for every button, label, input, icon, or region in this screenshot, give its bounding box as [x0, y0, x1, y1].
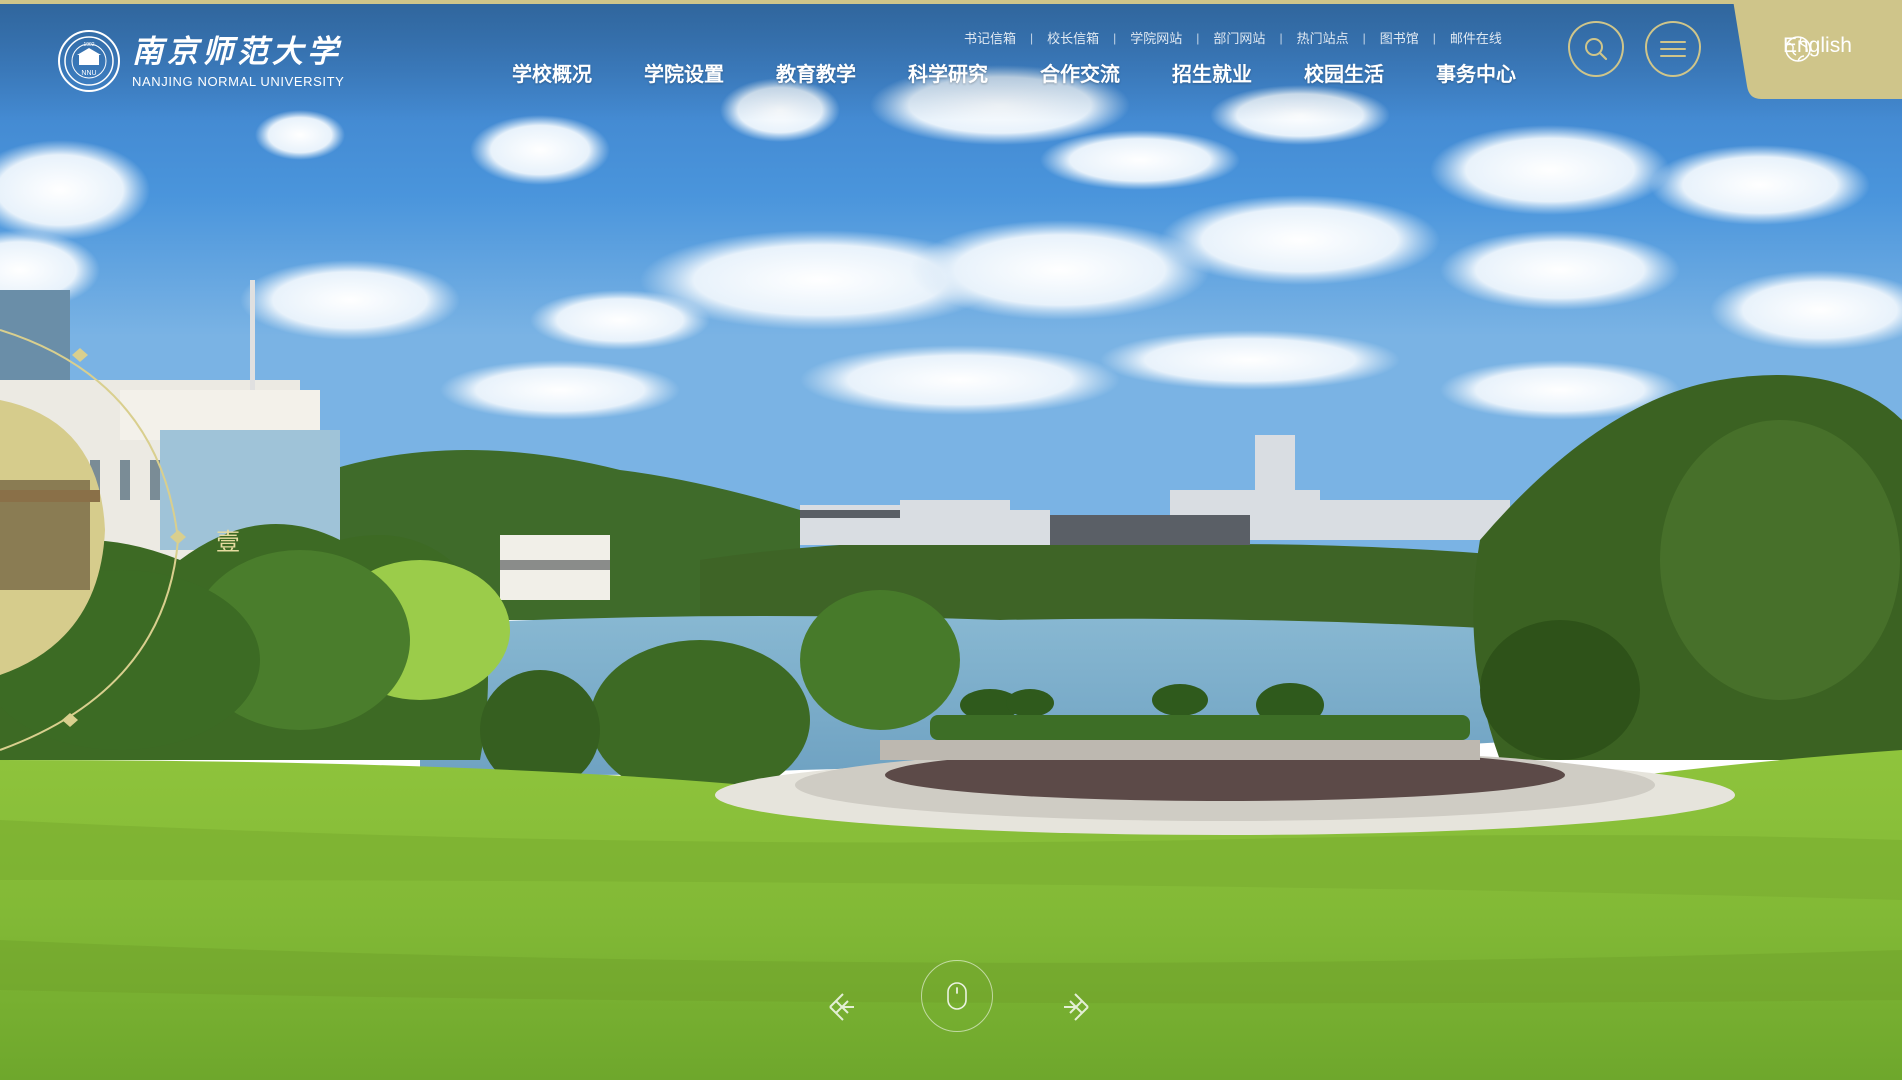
language-switch[interactable]: English — [1733, 0, 1902, 99]
scroll-down-button[interactable] — [921, 960, 993, 1032]
quick-link-president-mailbox[interactable]: 校长信箱 — [1033, 28, 1113, 47]
university-name-en: NANJING NORMAL UNIVERSITY — [132, 73, 345, 89]
nav-item-campus-life[interactable]: 校园生活 — [1304, 58, 1436, 87]
nav-item-education[interactable]: 教育教学 — [776, 58, 908, 87]
hamburger-menu-icon — [1660, 41, 1686, 57]
mouse-scroll-icon — [947, 982, 967, 1010]
top-accent-bar — [0, 0, 1902, 4]
seal-year: 1902 — [83, 42, 94, 48]
knot-arrow-left-icon — [829, 993, 854, 1021]
nav-item-admissions[interactable]: 招生就业 — [1172, 58, 1304, 87]
quick-link-secretary-mailbox[interactable]: 书记信箱 — [950, 28, 1030, 47]
globe-icon — [1785, 36, 1811, 62]
seal-text: NNU — [81, 70, 96, 77]
quick-link-popular-sites[interactable]: 热门站点 — [1283, 28, 1363, 47]
university-name-cn: 南京师范大学 — [132, 33, 342, 70]
section-indicator: 壹 — [216, 528, 240, 556]
section-dial[interactable] — [0, 300, 200, 760]
next-slide-button[interactable] — [1058, 990, 1092, 1024]
nav-item-research[interactable]: 科学研究 — [908, 58, 1040, 87]
nav-item-affairs-center[interactable]: 事务中心 — [1436, 58, 1568, 87]
knot-arrow-right-icon — [1064, 993, 1089, 1021]
quick-link-department-sites[interactable]: 部门网站 — [1199, 28, 1279, 47]
quick-link-college-sites[interactable]: 学院网站 — [1116, 28, 1196, 47]
site-logo[interactable]: NNU 1902 南京师范大学 NANJING NORMAL UNIVERSIT… — [58, 26, 344, 96]
nav-item-cooperation[interactable]: 合作交流 — [1040, 58, 1172, 87]
university-seal-icon: NNU 1902 — [58, 30, 120, 92]
homepage: NNU 1902 南京师范大学 NANJING NORMAL UNIVERSIT… — [0, 0, 1902, 1080]
quick-links: 书记信箱 | 校长信箱 | 学院网站 | 部门网站 | 热门站点 | 图书馆 |… — [950, 28, 1516, 47]
main-nav: 学校概况 学院设置 教育教学 科学研究 合作交流 招生就业 校园生活 事务中心 — [512, 58, 1568, 87]
prev-slide-button[interactable] — [826, 990, 860, 1024]
search-icon — [1585, 38, 1608, 61]
quick-link-webmail[interactable]: 邮件在线 — [1436, 28, 1516, 47]
hero-campus-photo — [0, 0, 1902, 1080]
quick-link-library[interactable]: 图书馆 — [1366, 28, 1433, 47]
nav-item-about[interactable]: 学校概况 — [512, 58, 644, 87]
nav-item-colleges[interactable]: 学院设置 — [644, 58, 776, 87]
